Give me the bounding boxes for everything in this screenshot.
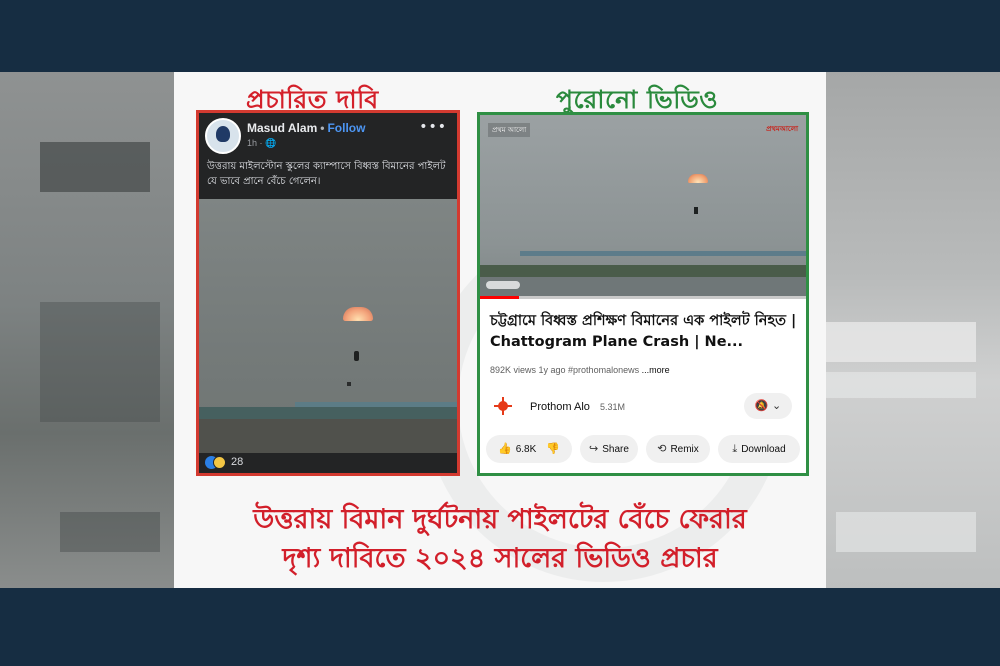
share-button[interactable]: ↪ Share (580, 435, 638, 463)
bridge-shape (520, 251, 806, 256)
ground-strip (199, 419, 457, 453)
facebook-post: Masud Alam • Follow 1h · 🌐 ••• উত্তরায় মা… (196, 110, 460, 476)
parachute-icon (688, 174, 708, 183)
boat-shape (486, 281, 520, 289)
post-meta: 1h · 🌐 (247, 138, 277, 148)
follow-button[interactable]: Follow (327, 121, 365, 135)
parachute-icon (343, 307, 373, 321)
channel-logo-icon[interactable] (494, 397, 512, 415)
like-dislike-button[interactable]: 👍 6.8K 👎 (486, 435, 572, 463)
video-watermark-logo: প্রথমআলো (766, 125, 798, 133)
tree-line (480, 265, 806, 277)
action-bar: 👍 6.8K 👎 ↪ Share ⟲ Remix ⤓ Download (486, 435, 806, 463)
blurred-left-panel (0, 72, 176, 588)
bottom-frame-band (0, 588, 1000, 666)
pilot-figure (354, 351, 359, 361)
thumbs-up-icon: 👍 (498, 443, 512, 455)
author-name[interactable]: Masud Alam (247, 121, 317, 135)
video-title: চট্টগ্রামে বিধ্বস্ত প্রশিক্ষণ বিমানের এক… (490, 313, 797, 350)
sad-reaction-icon (213, 456, 226, 469)
views-and-tags: 892K views 1y ago #prothomalonews (490, 365, 640, 375)
video-progress-fill (480, 296, 520, 299)
post-header: Masud Alam • Follow 1h · 🌐 ••• (199, 113, 457, 154)
channel-row: Prothom Alo 5.31M 🔕 ⌄ (490, 391, 800, 421)
download-icon: ⤓ (732, 443, 738, 455)
pilot-figure (694, 207, 698, 214)
remix-icon: ⟲ (657, 443, 667, 455)
video-progress-bar[interactable] (480, 296, 806, 299)
download-label: Download (741, 444, 786, 455)
subscriber-count: 5.31M (600, 402, 626, 412)
notification-bell-button[interactable]: 🔕 ⌄ (744, 393, 792, 419)
remix-button[interactable]: ⟲ Remix (646, 435, 710, 463)
riverbank-structure (199, 407, 457, 419)
post-footer: 28 (199, 453, 457, 473)
more-options-icon[interactable]: ••• (419, 119, 447, 135)
share-icon: ↪ (589, 443, 599, 455)
reactions-icon[interactable] (205, 456, 227, 470)
fact-check-card: প্রচারিত দাবি পুরোনো ভিডিও Masud Alam • Fo… (174, 72, 826, 588)
video-stats: 892K views 1y ago #prothomalonews ...mor… (490, 365, 670, 375)
channel-name[interactable]: Prothom Alo (530, 401, 590, 413)
download-button[interactable]: ⤓ Download (718, 435, 800, 463)
more-description-link[interactable]: ...more (642, 365, 670, 375)
post-author-line: Masud Alam • Follow (247, 121, 365, 135)
caption-line-2: দৃশ্য দাবিতে ২০২৪ সালের ভিডিও প্রচার (282, 543, 718, 574)
post-video[interactable] (199, 199, 457, 453)
separator-dot: • (320, 121, 325, 135)
reaction-count[interactable]: 28 (231, 456, 243, 468)
youtube-video-page: প্রথম আলো প্রথমআলো চট্টগ্রামে বিধ্বস্ত প… (477, 112, 809, 476)
youtube-video-player[interactable]: প্রথম আলো প্রথমআলো (480, 115, 806, 299)
remix-label: Remix (670, 444, 699, 455)
avatar[interactable] (205, 118, 241, 154)
top-frame-band (0, 0, 1000, 72)
logo-sun-core (498, 401, 508, 411)
video-source-tag: প্রথম আলো (488, 123, 531, 137)
share-label: Share (602, 444, 629, 455)
post-text: উত্তরায় মাইলস্টোন স্কুলের ক্যাম্পাসে বি… (207, 161, 446, 187)
blurred-right-panel (826, 72, 1000, 588)
like-count: 6.8K (515, 444, 537, 455)
debris-figure (347, 382, 351, 386)
thumbs-down-icon: 👎 (546, 443, 560, 455)
